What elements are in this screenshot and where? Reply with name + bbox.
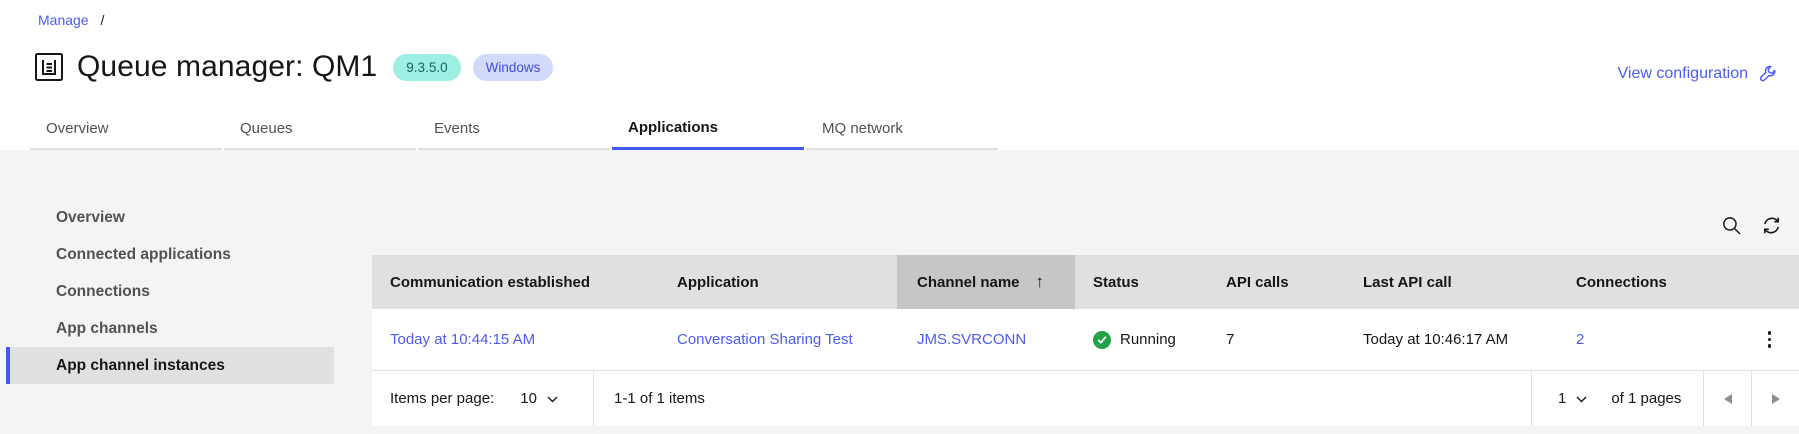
table-row: Today at 10:44:15 AM Conversation Sharin…	[372, 309, 1799, 370]
badges: 9.3.5.0 Windows	[393, 53, 554, 81]
search-icon	[1722, 216, 1740, 234]
title-row: Queue manager: QM1 9.3.5.0 Windows	[33, 50, 554, 84]
sidebar-item-app-channel-instances[interactable]: App channel instances	[6, 347, 334, 384]
column-header-last-api-call[interactable]: Last API call	[1345, 255, 1558, 309]
chevron-down-icon	[547, 396, 558, 403]
tab-applications[interactable]: Applications	[612, 108, 804, 150]
column-header-api-calls[interactable]: API calls	[1208, 255, 1345, 309]
table-toolbar	[1711, 205, 1791, 245]
queue-manager-icon	[35, 53, 63, 81]
channel-name-link[interactable]: JMS.SVRCONN	[917, 331, 1026, 348]
caret-right-icon	[1771, 393, 1780, 404]
cell-connections: 2	[1558, 309, 1740, 370]
column-header-communication-established[interactable]: Communication established	[372, 255, 659, 309]
page-number-value: 1	[1558, 390, 1567, 407]
sort-ascending-icon: ↑	[1035, 272, 1045, 291]
column-header-status[interactable]: Status	[1075, 255, 1208, 309]
cell-application: Conversation Sharing Test	[659, 309, 897, 370]
pagination-bar: Items per page: 10 1-1 of 1 items 1 of 1…	[372, 370, 1799, 426]
view-configuration-label: View configuration	[1617, 65, 1748, 82]
status-label: Running	[1120, 331, 1176, 348]
refresh-button[interactable]	[1751, 205, 1791, 245]
column-header-application[interactable]: Application	[659, 255, 897, 309]
cell-channel-name: JMS.SVRCONN	[897, 309, 1075, 370]
sidebar-nav: Overview Connected applications Connecti…	[6, 199, 334, 384]
sidebar-item-overview[interactable]: Overview	[6, 199, 334, 236]
status-running-icon	[1093, 330, 1111, 349]
page-title: Queue manager: QM1	[77, 50, 378, 83]
tab-overview[interactable]: Overview	[30, 108, 222, 150]
next-page-button[interactable]	[1751, 371, 1799, 426]
tab-mq-network[interactable]: MQ network	[806, 108, 998, 150]
table-header-row: Communication established Application Ch…	[372, 255, 1799, 309]
search-button[interactable]	[1711, 205, 1751, 245]
chevron-down-icon	[1576, 396, 1587, 403]
cell-api-calls: 7	[1226, 331, 1235, 348]
column-header-channel-name-label: Channel name	[917, 273, 1020, 291]
view-configuration-link[interactable]: View configuration	[1618, 64, 1778, 84]
tab-bar: Overview Queues Events Applications MQ n…	[30, 108, 1000, 150]
page-number-select[interactable]: 1	[1558, 390, 1587, 407]
app-channel-instances-table: Communication established Application Ch…	[372, 255, 1799, 426]
wrench-icon	[1759, 65, 1776, 82]
platform-badge: Windows	[472, 53, 554, 81]
items-per-page-value: 10	[520, 390, 537, 407]
items-per-page: Items per page: 10	[372, 371, 593, 426]
communication-established-link[interactable]: Today at 10:44:15 AM	[390, 331, 535, 348]
caret-left-icon	[1723, 393, 1732, 404]
overflow-menu-icon[interactable]	[1762, 325, 1778, 354]
sidebar-item-app-channels[interactable]: App channels	[6, 310, 334, 347]
breadcrumb-link-manage[interactable]: Manage	[38, 12, 89, 28]
cell-communication-established: Today at 10:44:15 AM	[372, 309, 659, 370]
application-link[interactable]: Conversation Sharing Test	[677, 331, 853, 348]
column-header-connections[interactable]: Connections	[1558, 255, 1740, 309]
items-per-page-select[interactable]: 10	[520, 390, 558, 407]
refresh-icon	[1763, 217, 1779, 233]
cell-row-actions	[1740, 309, 1799, 370]
cell-last-api-call: Today at 10:46:17 AM	[1363, 331, 1509, 348]
column-header-overflow-spacer	[1740, 255, 1799, 309]
cell-status: Running	[1075, 309, 1208, 370]
version-badge: 9.3.5.0	[393, 53, 461, 81]
pagination-range: 1-1 of 1 items	[593, 371, 1531, 426]
column-header-channel-name[interactable]: Channel name ↑	[897, 255, 1075, 309]
page-select-group: 1 of 1 pages	[1531, 371, 1703, 426]
breadcrumb-separator: /	[100, 12, 105, 28]
tab-queues[interactable]: Queues	[224, 108, 416, 150]
items-per-page-label: Items per page:	[390, 390, 495, 407]
pagination-range-text: 1-1 of 1 items	[614, 390, 705, 407]
pages-total-text: of 1 pages	[1611, 390, 1682, 407]
previous-page-button[interactable]	[1703, 371, 1751, 426]
content-area: Overview Connected applications Connecti…	[0, 150, 1799, 434]
page-header-band: Manage / Queue manager: QM1 9.3.5.0 Wind…	[0, 0, 1799, 150]
connections-link[interactable]: 2	[1576, 331, 1584, 348]
sidebar-item-connections[interactable]: Connections	[6, 273, 334, 310]
sidebar-item-connected-applications[interactable]: Connected applications	[6, 236, 334, 273]
breadcrumb: Manage /	[38, 12, 104, 28]
tab-events[interactable]: Events	[418, 108, 610, 150]
